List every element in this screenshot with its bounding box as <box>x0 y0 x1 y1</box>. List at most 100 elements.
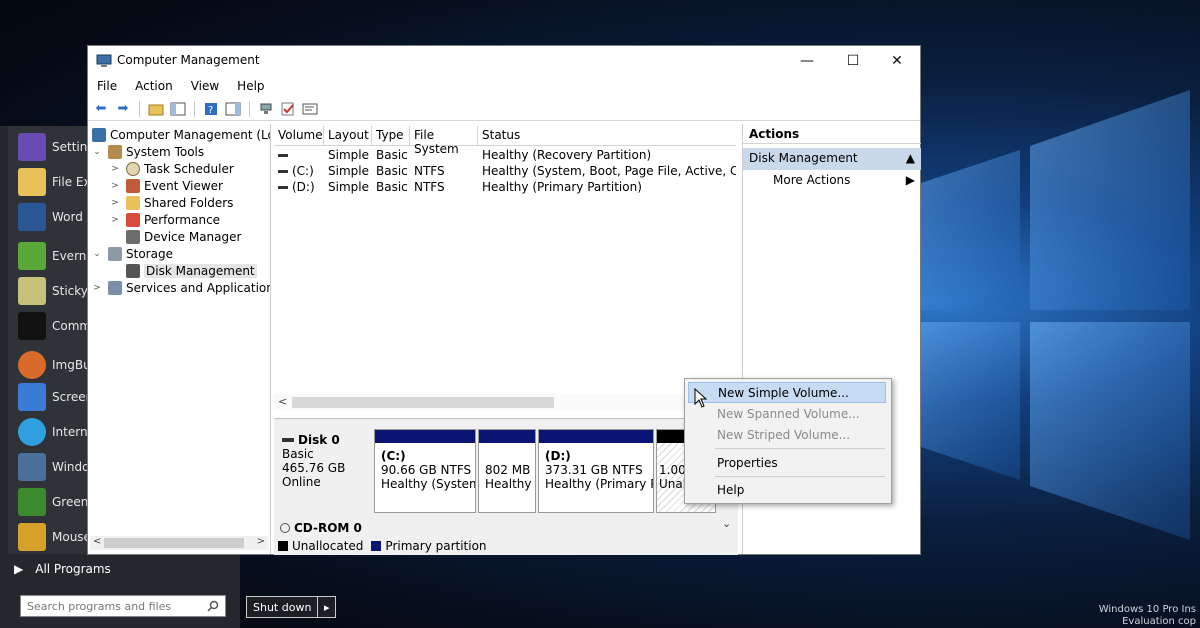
menu-item-properties[interactable]: Properties <box>688 452 886 473</box>
chevron-right-icon[interactable]: > <box>110 215 120 225</box>
column-type[interactable]: Type <box>372 126 410 146</box>
title-bar[interactable]: Computer Management — ☐ ✕ <box>88 46 920 76</box>
disk-0-info[interactable]: Disk 0 Basic 465.76 GB Online <box>276 427 368 515</box>
close-button[interactable]: ✕ <box>874 46 920 76</box>
partition-d[interactable]: (D:) 373.31 GB NTFS Healthy (Primary Pa <box>538 429 654 513</box>
start-item-sticky-notes[interactable]: Sticky N <box>18 274 96 308</box>
forward-arrow-icon[interactable]: ➡ <box>114 100 132 118</box>
all-programs-label: All Programs <box>35 562 111 576</box>
start-item-command-prompt[interactable]: Comma <box>18 309 96 343</box>
primary-partition-swatch <box>371 541 382 551</box>
cdrom-0-info[interactable]: CD-ROM 0 <box>280 521 362 535</box>
menu-item-new-spanned-volume[interactable]: New Spanned Volume... <box>688 403 886 424</box>
tree-item-system-tools[interactable]: ⌄ System Tools <box>92 143 204 160</box>
partition-c[interactable]: (C:) 90.66 GB NTFS Healthy (System, <box>374 429 476 513</box>
tree-item-task-scheduler[interactable]: > Task Scheduler <box>110 160 234 177</box>
volume-list-horizontal-scrollbar[interactable]: < <box>274 394 738 410</box>
collapse-arrow-icon[interactable]: ▲ <box>906 151 915 167</box>
imgburn-icon <box>18 351 46 379</box>
scroll-left-icon[interactable]: < <box>278 395 287 408</box>
chevron-right-icon[interactable]: > <box>92 283 102 293</box>
menu-view[interactable]: View <box>182 79 228 93</box>
scrollbar-thumb[interactable] <box>292 397 554 408</box>
tree-item-event-viewer[interactable]: > Event Viewer <box>110 177 223 194</box>
start-item-imgburn[interactable]: ImgBurn <box>18 348 96 382</box>
table-row[interactable]: (D:) Simple Basic NTFS Healthy (Primary … <box>274 180 736 196</box>
maximize-button[interactable]: ☐ <box>830 46 876 76</box>
tree-horizontal-scrollbar[interactable]: < > <box>90 536 268 550</box>
show-hide-action-pane-icon[interactable] <box>224 100 242 118</box>
menu-file[interactable]: File <box>88 79 126 93</box>
menu-item-new-simple-volume[interactable]: New Simple Volume... <box>688 382 886 403</box>
volume-cell: (C:) <box>274 164 324 180</box>
show-hide-console-tree-icon[interactable] <box>169 100 187 118</box>
tree-item-storage[interactable]: ⌄ Storage <box>92 245 173 262</box>
start-item-internet-explorer[interactable]: Internet <box>18 415 96 449</box>
start-item-file-explorer[interactable]: File Expl <box>18 165 96 199</box>
chevron-down-icon[interactable]: ⌄ <box>722 517 731 530</box>
column-volume[interactable]: Volume <box>274 126 324 146</box>
menu-item-help[interactable]: Help <box>688 479 886 500</box>
start-item-evernote[interactable]: Evernote <box>18 239 96 273</box>
minimize-button[interactable]: — <box>784 46 830 76</box>
cdrom-icon <box>280 523 290 533</box>
tree-item-performance[interactable]: > Performance <box>110 211 220 228</box>
type-cell: Basic <box>376 164 408 178</box>
table-row[interactable]: (C:) Simple Basic NTFS Healthy (System, … <box>274 164 736 180</box>
start-search-input[interactable]: Search programs and files <box>20 595 226 617</box>
tree-item-shared-folders[interactable]: > Shared Folders <box>110 194 233 211</box>
up-folder-icon[interactable] <box>147 100 165 118</box>
disk-icon <box>282 438 294 442</box>
chevron-down-icon[interactable]: ⌄ <box>92 147 102 157</box>
windows-app-icon <box>18 453 46 481</box>
tree-item-label: Performance <box>144 212 221 227</box>
start-item-mouse[interactable]: Mouse v <box>18 520 96 554</box>
help-icon[interactable]: ? <box>202 100 220 118</box>
shutdown-button[interactable]: Shut down ▸ <box>246 596 336 618</box>
menu-action[interactable]: Action <box>126 79 182 93</box>
shutdown-options-arrow[interactable]: ▸ <box>318 601 335 614</box>
table-row[interactable]: Simple Basic Healthy (Recovery Partition… <box>274 148 736 164</box>
all-programs-button[interactable]: ▶ All Programs <box>14 562 111 576</box>
properties-icon[interactable] <box>301 100 319 118</box>
chevron-right-icon[interactable]: > <box>110 164 120 174</box>
menu-item-label: New Striped Volume... <box>717 427 851 442</box>
column-layout[interactable]: Layout <box>324 126 372 146</box>
tree-item-services-and-applications[interactable]: > Services and Applications <box>92 279 270 296</box>
volume-icon <box>278 154 288 157</box>
scroll-right-icon[interactable]: > <box>257 536 265 547</box>
actions-section-disk-management[interactable]: Disk Management ▲ <box>743 148 921 170</box>
evernote-icon <box>18 242 46 270</box>
column-status[interactable]: Status <box>478 126 736 146</box>
start-item-windows[interactable]: Window <box>18 450 96 484</box>
tree-item-device-manager[interactable]: Device Manager <box>110 228 241 245</box>
disk-icon <box>126 263 140 278</box>
start-item-settings[interactable]: Settings <box>18 130 96 164</box>
toolbar-separator <box>194 100 195 117</box>
partition-name: (D:) <box>545 449 571 463</box>
connect-icon[interactable] <box>257 100 275 118</box>
column-file-system[interactable]: File System <box>410 126 478 156</box>
chevron-right-icon[interactable]: > <box>110 181 120 191</box>
svg-text:?: ? <box>208 105 213 116</box>
chevron-down-icon[interactable]: ⌄ <box>92 249 102 259</box>
back-arrow-icon[interactable]: ⬅ <box>92 100 110 118</box>
tree-item-computer-management[interactable]: Computer Management (Local <box>92 126 270 143</box>
folder-icon <box>18 168 46 196</box>
menu-item-new-striped-volume[interactable]: New Striped Volume... <box>688 424 886 445</box>
disk-state: Online <box>282 475 321 489</box>
menu-help[interactable]: Help <box>228 79 273 93</box>
tree-item-disk-management[interactable]: Disk Management <box>110 262 257 279</box>
start-item-word[interactable]: Word 20 <box>18 200 96 234</box>
file-system-cell: NTFS <box>414 180 445 194</box>
scrollbar-thumb[interactable] <box>104 538 244 548</box>
partition-recovery[interactable]: 802 MB Healthy ( <box>478 429 536 513</box>
more-actions-item[interactable]: More Actions ▶ <box>743 170 921 192</box>
clock-icon <box>126 161 140 176</box>
check-icon[interactable] <box>279 100 297 118</box>
tree-item-label: Device Manager <box>144 229 242 244</box>
chevron-right-icon[interactable]: > <box>110 198 120 208</box>
start-item-screen[interactable]: Screen S <box>18 380 96 414</box>
start-item-greenshot[interactable]: Greensh <box>18 485 96 519</box>
scroll-left-icon[interactable]: < <box>93 536 101 547</box>
